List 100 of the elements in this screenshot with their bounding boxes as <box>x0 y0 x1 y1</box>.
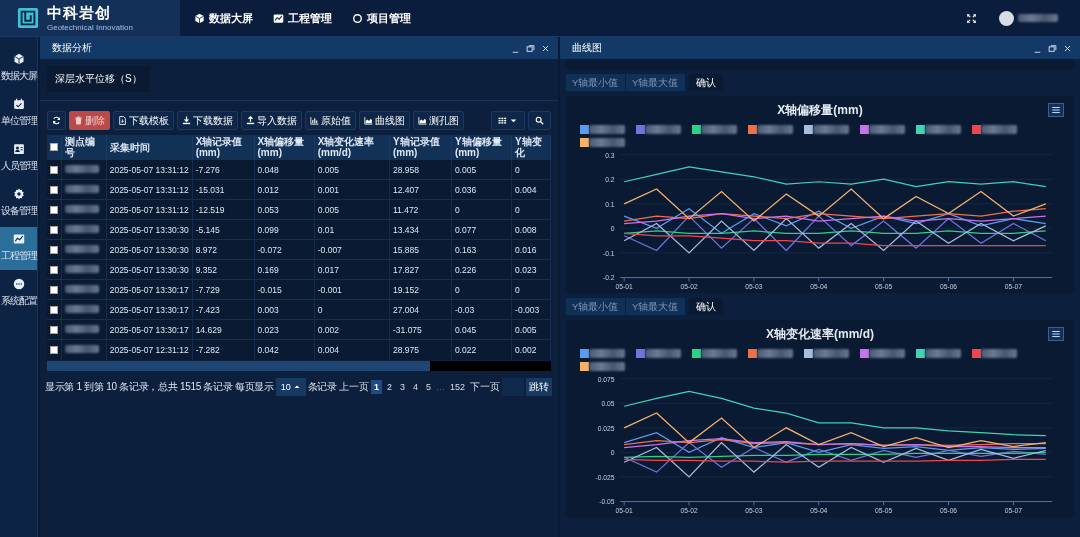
table-cell: 28.975 <box>393 344 419 355</box>
sidebar-item[interactable]: 设备管理 <box>0 182 37 225</box>
row-checkbox[interactable] <box>50 185 58 194</box>
row-checkbox[interactable] <box>50 245 58 254</box>
legend-swatch[interactable] <box>860 349 869 358</box>
search-icon <box>535 116 544 125</box>
sidebar-item[interactable]: 系统配置 <box>0 272 37 315</box>
row-checkbox[interactable] <box>50 285 58 294</box>
page-size-label: 条记录 <box>307 379 337 394</box>
redacted-block <box>869 125 905 134</box>
y-max-field[interactable]: Y轴最大值 <box>626 74 685 91</box>
legend-swatch[interactable] <box>804 349 813 358</box>
table-cell: 0.053 <box>257 204 279 215</box>
legend-swatch[interactable] <box>804 125 813 134</box>
confirm-button[interactable]: 确认 <box>689 74 723 91</box>
sidebar-item[interactable]: 人员管理 <box>0 137 37 180</box>
legend-swatch[interactable] <box>748 349 757 358</box>
menu-icon <box>1051 105 1061 115</box>
restore-button[interactable] <box>1048 43 1057 53</box>
avatar[interactable] <box>999 10 1014 26</box>
redacted-block <box>645 349 681 358</box>
legend-swatch[interactable] <box>580 138 589 147</box>
menu-icon <box>1051 329 1061 339</box>
toolbar-button[interactable]: 导入数据 <box>241 111 302 130</box>
row-checkbox[interactable] <box>50 325 58 334</box>
sidebar-item[interactable]: 工程管理 <box>0 227 37 270</box>
close-button[interactable] <box>1063 43 1072 53</box>
dots-icon <box>12 278 25 290</box>
sidebar-item[interactable]: 单位管理 <box>0 92 37 135</box>
legend-swatch[interactable] <box>580 349 589 358</box>
page-link[interactable]: 4 <box>409 379 421 394</box>
legend-swatch[interactable] <box>972 125 981 134</box>
jump-button[interactable]: 跳转 <box>526 377 552 396</box>
close-button[interactable] <box>541 43 550 53</box>
tab[interactable]: 深层水平位移（S） <box>47 66 150 92</box>
page-link[interactable]: 152 <box>447 379 468 394</box>
redacted-block <box>925 125 961 134</box>
legend-swatch[interactable] <box>580 362 589 371</box>
y-max-field[interactable]: Y轴最大值 <box>626 298 685 315</box>
fullscreen-button[interactable] <box>966 12 977 24</box>
y-min-field[interactable]: Y轴最小值 <box>566 74 625 91</box>
ring-icon <box>352 12 363 24</box>
pagination-summary: 显示第 1 到第 10 条记录，总共 1515 条记录 每页显示 <box>45 379 274 394</box>
table-cell: 0 <box>317 304 323 315</box>
table-cell: -5.145 <box>195 224 220 235</box>
nav-link[interactable]: 项目管理 <box>352 10 411 26</box>
page-link[interactable]: 3 <box>396 379 408 394</box>
legend-swatch[interactable] <box>916 349 925 358</box>
page-link[interactable]: 2 <box>383 379 395 394</box>
table-cell: 9.352 <box>195 264 217 275</box>
refresh-button[interactable] <box>47 111 66 130</box>
row-checkbox[interactable] <box>50 205 58 214</box>
menu-button[interactable] <box>1048 327 1064 341</box>
toolbar-button[interactable]: 下载模板 <box>113 111 174 130</box>
caret-icon <box>509 116 518 125</box>
legend-swatch[interactable] <box>748 125 757 134</box>
row-checkbox[interactable] <box>50 265 58 274</box>
scrollbar-thumb[interactable] <box>47 360 431 371</box>
page-link[interactable]: 1 <box>370 379 382 394</box>
restore-button[interactable] <box>526 43 535 53</box>
row-checkbox[interactable] <box>50 165 58 174</box>
legend-swatch[interactable] <box>692 125 701 134</box>
redacted-block <box>981 125 1017 134</box>
row-checkbox[interactable] <box>50 345 58 354</box>
nav-link[interactable]: 工程管理 <box>273 10 332 26</box>
chart-icon <box>12 233 25 245</box>
grid-icon <box>498 116 507 125</box>
menu-button[interactable] <box>1048 103 1064 117</box>
page-link[interactable]: 5 <box>422 379 434 394</box>
table-cell: -31.075 <box>393 324 422 335</box>
table-cell: 0.226 <box>454 264 477 275</box>
row-checkbox[interactable] <box>50 225 58 234</box>
legend-swatch[interactable] <box>636 125 645 134</box>
toolbar-button[interactable]: 原始值 <box>305 111 356 130</box>
toolbar-button[interactable]: 下载数据 <box>177 111 238 130</box>
page-size-select[interactable]: 10 <box>275 377 306 396</box>
table-cell: 2025-05-07 13:31:12 <box>109 204 189 215</box>
toolbar-button[interactable]: 曲线图 <box>359 111 410 130</box>
sidebar-item[interactable]: 数据大屏 <box>0 47 37 90</box>
legend-swatch[interactable] <box>860 125 869 134</box>
table-cell: -0.003 <box>515 304 540 315</box>
previous-page-link[interactable]: 上一页 <box>338 379 369 394</box>
row-checkbox[interactable] <box>50 305 58 314</box>
scrollbar[interactable] <box>47 360 551 371</box>
legend-swatch[interactable] <box>692 349 701 358</box>
next-page-link[interactable]: 下一页 <box>470 379 500 394</box>
confirm-button[interactable]: 确认 <box>689 298 723 315</box>
redacted-block <box>589 362 625 371</box>
legend-swatch[interactable] <box>916 125 925 134</box>
toolbar-button[interactable]: 测孔图 <box>413 111 464 130</box>
search-button[interactable] <box>528 111 551 130</box>
legend-swatch[interactable] <box>636 349 645 358</box>
legend-swatch[interactable] <box>580 125 589 134</box>
nav-link[interactable]: 数据大屏 <box>194 10 253 26</box>
legend-swatch[interactable] <box>972 349 981 358</box>
toolbar-button[interactable]: 删除 <box>69 111 110 130</box>
table-cell: 0.016 <box>515 244 537 255</box>
columns-button[interactable] <box>491 111 525 130</box>
y-min-field[interactable]: Y轴最小值 <box>566 298 625 315</box>
select-all-checkbox[interactable] <box>50 143 58 151</box>
